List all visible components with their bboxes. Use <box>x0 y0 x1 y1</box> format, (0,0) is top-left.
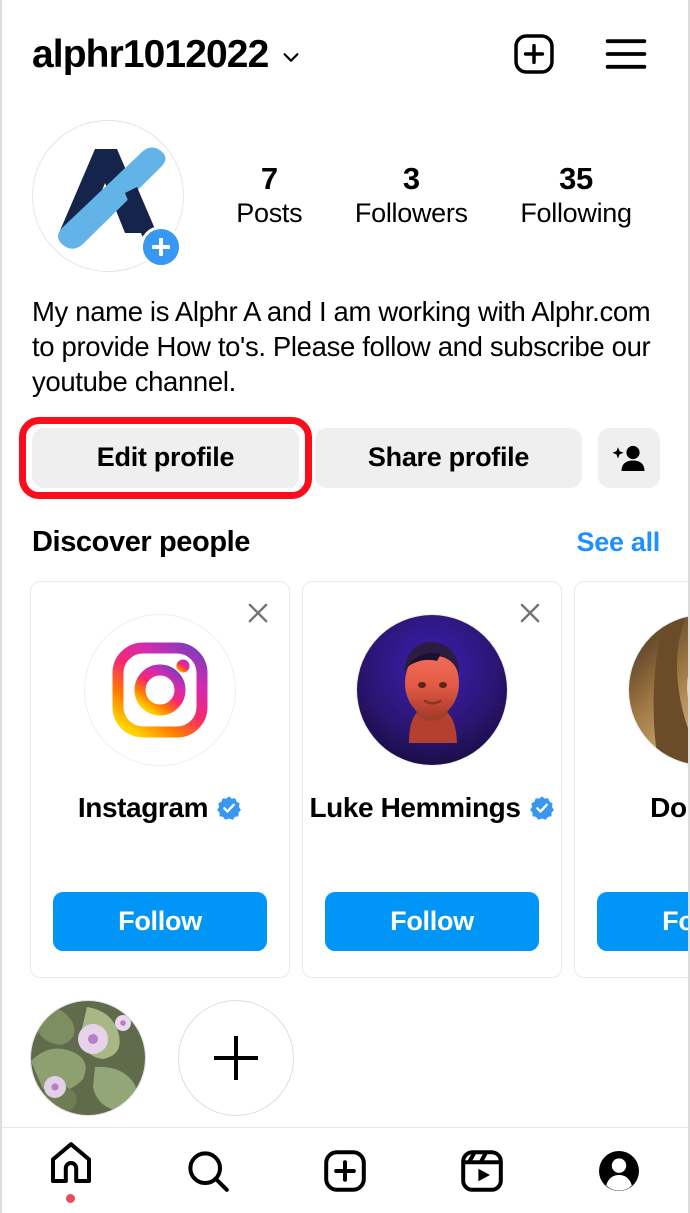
story-highlight-flowers[interactable] <box>30 999 146 1116</box>
follow-label: Follow <box>390 905 474 936</box>
reels-icon <box>461 1149 504 1192</box>
home-icon <box>50 1141 91 1183</box>
stat-value: 7 <box>260 160 278 196</box>
stat-posts[interactable]: 7 Posts <box>236 161 302 232</box>
avatar-container[interactable] <box>32 120 184 272</box>
verified-badge-icon <box>529 795 554 820</box>
flowers-thumbnail <box>31 1000 145 1115</box>
edit-profile-button[interactable]: Edit profile <box>19 416 312 499</box>
stat-followers[interactable]: 3 Followers <box>355 161 468 232</box>
chevron-down-icon <box>283 53 299 62</box>
new-highlight-button[interactable] <box>178 999 294 1116</box>
profile-bio: My name is Alphr A and I am working with… <box>32 296 651 398</box>
nav-search[interactable] <box>139 1128 276 1213</box>
discover-people-title: Discover people <box>32 525 251 558</box>
profile-summary: 7 Posts 3 Followers 35 Following <box>2 108 688 272</box>
top-header: alphr1012022 <box>2 0 688 108</box>
discover-people-header: Discover people See all <box>2 488 688 559</box>
avatar[interactable] <box>356 613 508 766</box>
share-profile-label: Share profile <box>367 442 530 473</box>
discover-people-carousel[interactable]: Instagram Follow Luke Hemmings Follow Do… <box>2 559 688 978</box>
profile-icon <box>599 1150 640 1191</box>
follow-button[interactable]: Follow <box>597 891 688 951</box>
profile-actions: Edit profile Share profile <box>2 400 688 499</box>
notification-dot <box>66 1193 76 1203</box>
edit-profile-label: Edit profile <box>96 442 235 473</box>
stat-label: Following <box>520 198 632 229</box>
nav-home[interactable] <box>2 1128 139 1213</box>
see-all-link[interactable]: See all <box>577 527 661 558</box>
nav-reels[interactable] <box>414 1128 551 1213</box>
header-actions <box>512 32 660 76</box>
follow-label: Follow <box>662 905 688 936</box>
story-highlights-row <box>2 978 688 1116</box>
portrait-avatar-red-blue <box>357 614 507 765</box>
instagram-profile-screen: alphr1012022 7 Posts 3 Followers 35 Foll… <box>0 0 690 1213</box>
follow-label: Follow <box>118 905 202 936</box>
plus-badge-icon[interactable] <box>140 226 182 268</box>
instagram-logo-avatar <box>85 614 235 765</box>
follow-button[interactable]: Follow <box>53 891 267 951</box>
plus-square-icon[interactable] <box>512 32 556 76</box>
close-icon[interactable] <box>517 600 543 626</box>
nav-profile[interactable] <box>551 1128 688 1213</box>
stat-label: Followers <box>354 198 468 229</box>
verified-badge-icon <box>217 795 242 820</box>
avatar[interactable] <box>84 613 236 766</box>
stat-label: Posts <box>236 198 303 229</box>
portrait-avatar-blonde <box>629 614 688 765</box>
follow-button[interactable]: Follow <box>325 891 539 951</box>
share-profile-button[interactable]: Share profile <box>315 427 582 488</box>
nav-create[interactable] <box>276 1128 413 1213</box>
create-icon <box>324 1149 366 1192</box>
add-person-icon <box>612 445 645 471</box>
search-icon <box>188 1150 229 1192</box>
stat-value: 3 <box>402 160 420 196</box>
card-name-row: Instagram <box>72 792 248 824</box>
username-switcher[interactable]: alphr1012022 <box>32 35 512 74</box>
card-username: Instagram <box>77 791 209 823</box>
hamburger-menu-icon[interactable] <box>604 35 648 73</box>
discover-people-toggle-button[interactable] <box>598 427 660 488</box>
card-username: Luke Hemmings <box>309 791 521 823</box>
card-name-row: Luke Hemmings <box>303 792 560 824</box>
discover-card[interactable]: Doutzen Follow <box>574 580 688 978</box>
discover-card[interactable]: Instagram Follow <box>30 580 290 978</box>
close-icon[interactable] <box>245 600 271 626</box>
card-username: Doutzen <box>650 791 688 823</box>
profile-stats: 7 Posts 3 Followers 35 Following <box>184 161 664 232</box>
bottom-navigation <box>2 1127 688 1213</box>
discover-card[interactable]: Luke Hemmings Follow <box>302 580 562 978</box>
stat-following[interactable]: 35 Following <box>520 160 632 232</box>
card-name-row: Doutzen <box>644 792 688 824</box>
stat-value: 35 <box>559 160 593 196</box>
page-title: alphr1012022 <box>32 32 269 76</box>
avatar[interactable] <box>628 613 688 766</box>
